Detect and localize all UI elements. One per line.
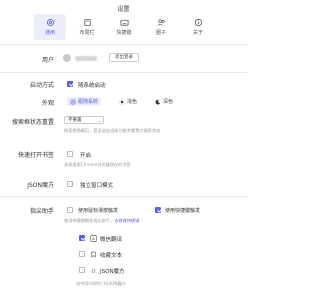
gear-icon: [46, 18, 54, 27]
keyboard-icon: [119, 19, 129, 26]
chevron-down-icon: ⌄: [97, 118, 101, 123]
finger-helper-hint: 使用快捷键触发指尖助手，去修改快捷键: [64, 218, 140, 223]
tab-circles[interactable]: 圈子: [145, 14, 177, 40]
helper-item-checkbox[interactable]: [79, 251, 85, 257]
search-reset-label: 搜索框状态重置: [11, 119, 54, 126]
mouse-trigger-option: 使用鼠标滑按触发: [78, 207, 119, 214]
username-redacted: [75, 55, 97, 61]
logout-button[interactable]: 退出登录: [109, 53, 139, 62]
search-reset-select[interactable]: 不重置 ⌄: [64, 116, 104, 124]
tab-label: 通用: [44, 30, 55, 36]
helper-item-label: JSON魔方: [100, 268, 125, 275]
startup-checkbox[interactable]: [67, 81, 73, 87]
svg-text:{}: {}: [91, 268, 97, 273]
divider: [0, 72, 247, 73]
divider: [0, 196, 247, 197]
tab-label: 布局栏: [79, 30, 95, 36]
user-label: 用户: [41, 57, 54, 64]
window-title: 设置: [117, 6, 130, 13]
tab-general[interactable]: 通用: [34, 14, 66, 40]
quick-bookmark-label: 快速打开书签: [17, 152, 54, 159]
translate-icon: A: [90, 234, 97, 242]
helper-item-checkbox[interactable]: [79, 235, 85, 241]
json-magic-option: 独立窗口模式: [80, 182, 114, 189]
json-magic-checkbox[interactable]: [67, 181, 73, 187]
mouse-trigger-checkbox[interactable]: [67, 207, 73, 213]
settings-tabs: 通用 布局栏 快捷键 圈子 关于: [34, 14, 214, 40]
json-icon: {}: [91, 268, 97, 273]
startup-label: 启动方式: [29, 82, 54, 89]
info-icon: [194, 18, 202, 27]
startup-option: 随系统启动: [78, 82, 106, 89]
quick-bookmark-hint: 直接搜索Chrome浏览器保存的书签: [64, 162, 131, 167]
search-reset-hint: 搜索框隐藏后，是否退出当前功能并重置为搜索状态: [64, 128, 161, 133]
change-hotkey-link[interactable]: 去修改快捷键: [114, 218, 139, 223]
tab-label: 快捷键: [116, 30, 132, 36]
hotkey-trigger-checkbox[interactable]: [155, 207, 161, 213]
helper-footer-hint: 选中JSON时打开JSON魔方: [76, 281, 126, 286]
moon-icon: [155, 99, 161, 105]
theme-option-light[interactable]: 浅色: [119, 98, 137, 105]
helper-item-label: 微信翻译: [100, 236, 123, 243]
svg-text:A: A: [92, 235, 95, 240]
tab-label: 关于: [192, 30, 203, 36]
hotkey-trigger-option: 使用快捷键触发: [165, 207, 201, 214]
tab-layout[interactable]: 布局栏: [71, 14, 103, 40]
divider: [0, 44, 247, 45]
helper-item-label: 收藏文本: [100, 252, 123, 259]
tab-shortcuts[interactable]: 快捷键: [108, 14, 140, 40]
avatar: [63, 54, 71, 62]
helper-item-checkbox[interactable]: [79, 267, 85, 273]
layout-icon: [83, 18, 91, 27]
quick-bookmark-checkbox[interactable]: [67, 151, 73, 157]
appearance-label: 外观: [41, 100, 54, 107]
bookmark-icon: [91, 251, 96, 258]
theme-option-system[interactable]: 跟随系统: [67, 97, 102, 106]
tab-label: 圈子: [155, 30, 166, 36]
tab-about[interactable]: 关于: [182, 14, 214, 40]
group-icon: [157, 19, 165, 26]
quick-bookmark-option: 开启: [80, 152, 92, 159]
finger-helper-label: 指尖助手: [29, 208, 54, 215]
json-magic-label: JSON魔方: [27, 182, 54, 189]
theme-option-dark[interactable]: 深色: [155, 98, 173, 105]
auto-theme-icon: [70, 99, 76, 104]
sun-icon: [119, 98, 125, 105]
